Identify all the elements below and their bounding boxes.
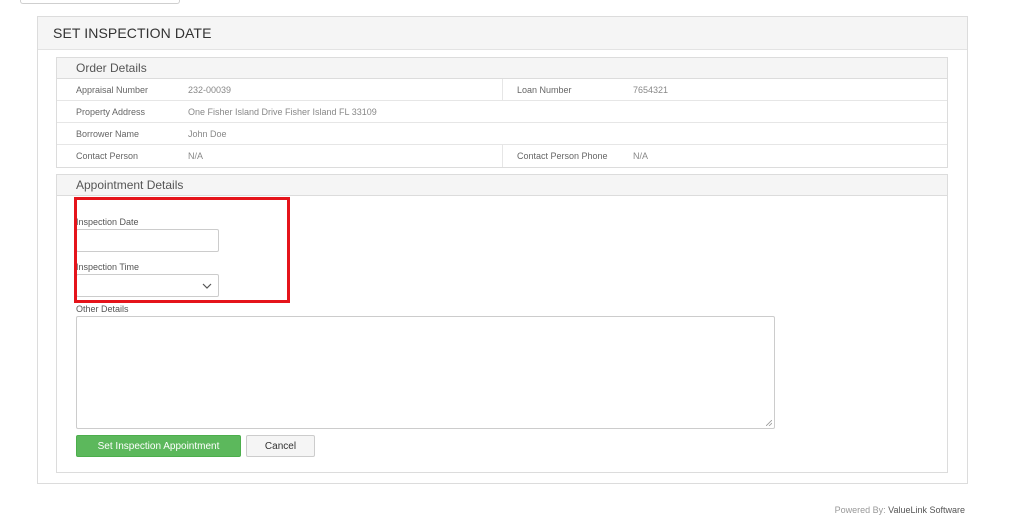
contact-phone-label: Contact Person Phone bbox=[517, 151, 608, 161]
cancel-button[interactable]: Cancel bbox=[246, 435, 315, 457]
order-row-appraisal: Appraisal Number 232-00039 Loan Number 7… bbox=[57, 78, 947, 101]
order-row-property: Property Address One Fisher Island Drive… bbox=[57, 101, 947, 123]
appraisal-number-value: 232-00039 bbox=[188, 84, 232, 95]
property-address-value: One Fisher Island Drive Fisher Island FL… bbox=[188, 106, 377, 117]
loan-number-label: Loan Number bbox=[517, 84, 572, 95]
contact-person-label: Contact Person bbox=[76, 151, 139, 161]
order-details-section: Order Details Appraisal Number 232-00039… bbox=[56, 57, 948, 168]
contact-phone-value: N/A bbox=[633, 151, 649, 161]
appraisal-number-label: Appraisal Number bbox=[76, 84, 149, 95]
appointment-details-section: Appointment Details Inspection Date Insp… bbox=[56, 174, 948, 473]
order-row-contact: Contact Person N/A Contact Person Phone … bbox=[57, 145, 947, 167]
resize-grip-icon[interactable] bbox=[766, 420, 772, 426]
footer-credit: Powered By: ValueLink Software bbox=[835, 505, 965, 515]
borrower-name-label: Borrower Name bbox=[76, 128, 140, 139]
footer-prefix: Powered By: bbox=[834, 505, 889, 515]
other-details-label: Other Details bbox=[76, 304, 129, 314]
inspection-time-select[interactable] bbox=[76, 274, 219, 297]
inspection-date-input[interactable] bbox=[76, 229, 219, 252]
chevron-down-icon bbox=[202, 283, 212, 289]
property-address-label: Property Address bbox=[76, 106, 146, 117]
order-row-borrower: Borrower Name John Doe bbox=[57, 123, 947, 145]
borrower-name-value: John Doe bbox=[188, 128, 227, 139]
footer-brand: ValueLink Software bbox=[888, 505, 965, 515]
inspection-date-label: Inspection Date bbox=[76, 217, 139, 227]
top-button-stub bbox=[20, 0, 180, 4]
page-title: SET INSPECTION DATE bbox=[53, 25, 212, 41]
loan-number-value: 7654321 bbox=[633, 84, 669, 95]
order-details-header: Order Details bbox=[57, 58, 947, 79]
appointment-details-title: Appointment Details bbox=[76, 178, 184, 192]
inspection-time-label: Inspection Time bbox=[76, 262, 140, 272]
set-appointment-button[interactable]: Set Inspection Appointment bbox=[76, 435, 241, 457]
other-details-textarea[interactable] bbox=[76, 316, 775, 429]
contact-person-value: N/A bbox=[188, 151, 204, 161]
order-details-title: Order Details bbox=[76, 61, 147, 75]
panel-header: SET INSPECTION DATE bbox=[38, 17, 967, 50]
set-inspection-panel: SET INSPECTION DATE Order Details Apprai… bbox=[37, 16, 968, 484]
appointment-details-header: Appointment Details bbox=[57, 175, 947, 196]
